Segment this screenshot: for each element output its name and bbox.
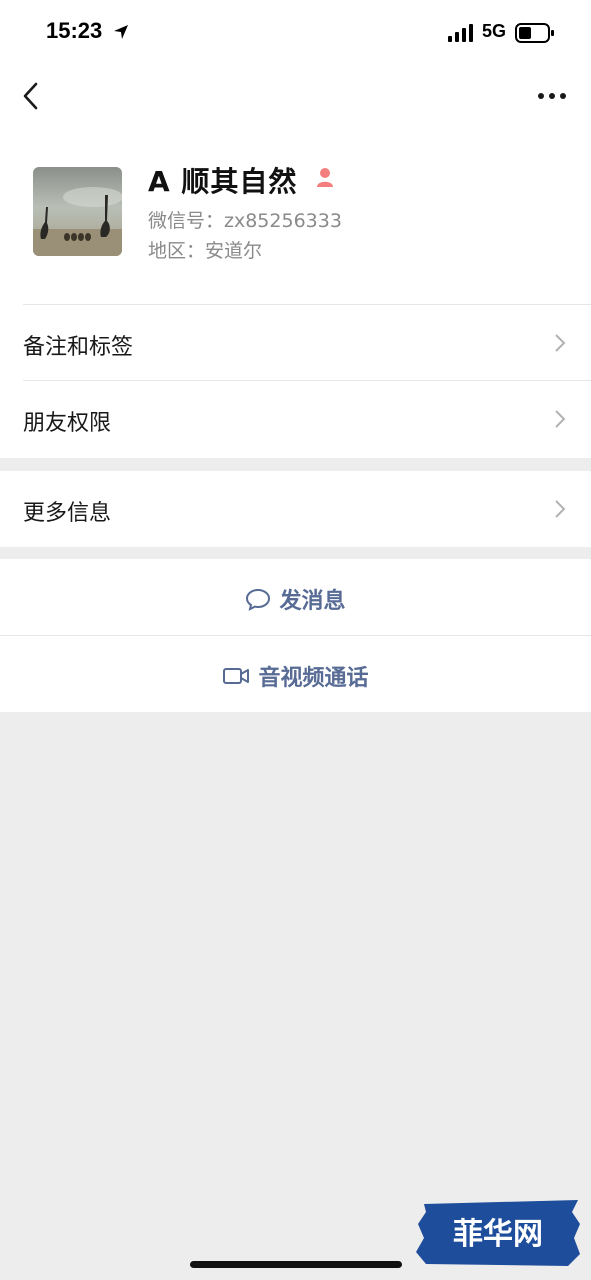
more-button[interactable] [532, 82, 572, 110]
video-call-button[interactable]: 音视频通话 [0, 636, 591, 712]
network-type: 5G [482, 21, 507, 41]
watermark-logo: 菲华网 [414, 1198, 582, 1268]
video-call-content: 音视频通话 [0, 660, 591, 692]
row-friend-permissions[interactable]: 朋友权限 [0, 381, 591, 458]
video-camera-icon [223, 668, 250, 684]
battery-icon [515, 23, 554, 43]
status-time: 15:23 [46, 18, 103, 43]
avatar[interactable] [33, 167, 122, 256]
chat-bubble-icon [246, 588, 271, 611]
avatar-image [33, 167, 122, 256]
row-label: 朋友权限 [23, 411, 112, 436]
video-call-label: 音视频通话 [258, 666, 369, 691]
row-remarks-tags[interactable]: 备注和标签 [0, 305, 591, 381]
chevron-right-icon [555, 334, 566, 352]
home-indicator[interactable] [190, 1261, 402, 1268]
status-bar: 15:23 5G [0, 0, 591, 66]
signal-icon [448, 24, 473, 42]
send-message-button[interactable]: 发消息 [0, 559, 591, 635]
nickname: A 顺其自然 [148, 165, 298, 198]
profile-header: 15:23 5G A 顺其自然 微信号：zx85256333 地区：安道尔 [0, 0, 591, 305]
region: 地区：安道尔 [148, 240, 263, 262]
send-message-content: 发消息 [0, 583, 591, 615]
chevron-right-icon [555, 500, 566, 518]
back-button[interactable] [16, 78, 46, 114]
row-label: 备注和标签 [23, 335, 134, 360]
chevron-right-icon [555, 410, 566, 428]
send-message-label: 发消息 [279, 589, 346, 614]
watermark-text: 菲华网 [453, 1217, 543, 1252]
wechat-id: 微信号：zx85256333 [148, 210, 342, 232]
row-label: 更多信息 [23, 501, 112, 526]
location-arrow-icon [114, 25, 128, 39]
row-more-info[interactable]: 更多信息 [0, 471, 591, 547]
female-icon [317, 168, 333, 187]
